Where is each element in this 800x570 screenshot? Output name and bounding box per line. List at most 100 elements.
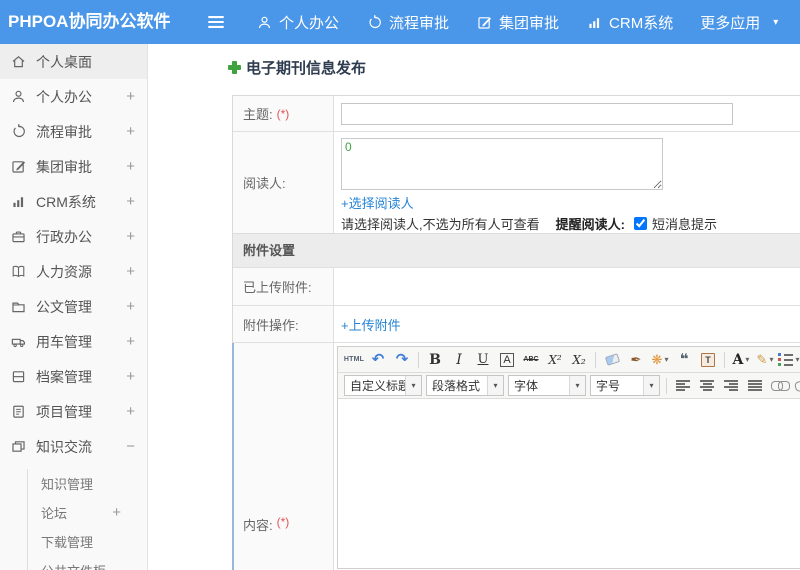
bold-button-glyph: B [429, 351, 441, 368]
nav-item-personal-office[interactable]: 个人办公 [256, 12, 339, 33]
upload-attachment-link[interactable]: +上传附件 [341, 315, 401, 334]
custom-title-select[interactable]: 自定义标题 ▾ [344, 375, 422, 396]
align-left-icon [676, 379, 690, 392]
sidebar-item-personal-office[interactable]: 个人办公 + [0, 79, 147, 114]
align-justify-icon[interactable] [744, 375, 766, 396]
font-color-button-glyph: A [732, 351, 744, 368]
redo-button[interactable]: ↷ [391, 349, 413, 370]
unlink-icon[interactable] [792, 375, 800, 396]
sidebar-subitem-knowledge-mgmt[interactable]: 知识管理 [28, 469, 147, 498]
nav-item-workflow-approval[interactable]: 流程审批 [366, 12, 449, 33]
align-center-icon[interactable] [696, 375, 718, 396]
eraser-icon[interactable] [601, 349, 623, 370]
sidebar-subitem-forum[interactable]: 论坛 + [28, 498, 147, 527]
expand-icon[interactable]: + [126, 158, 135, 175]
align-left-icon[interactable] [672, 375, 694, 396]
nav-label: 个人办公 [279, 14, 340, 32]
car-icon [10, 333, 27, 350]
caret-down-icon: ▾ [643, 376, 659, 395]
editor-content-area[interactable] [338, 399, 800, 568]
sidebar-item-archive-mgmt[interactable]: 档案管理 + [0, 359, 147, 394]
expand-icon[interactable]: + [126, 333, 135, 350]
sidebar-subitem-label: 下载管理 [41, 535, 94, 550]
link-icon[interactable] [768, 375, 790, 396]
superscript-button[interactable]: X² [544, 349, 566, 370]
attachment-section-header: 附件设置 [233, 233, 800, 267]
subscript-button[interactable]: X₂ [568, 349, 590, 370]
sidebar-item-group-approval[interactable]: 集团审批 + [0, 149, 147, 184]
home-icon [10, 53, 27, 70]
strikethrough-button[interactable]: ABC [520, 349, 542, 370]
undo-button-glyph: ↶ [371, 351, 385, 368]
font-border-button[interactable]: A [496, 349, 518, 370]
sidebar-item-label: 公文管理 [36, 298, 92, 315]
expand-icon[interactable]: + [126, 193, 135, 210]
paragraph-format-select[interactable]: 段落格式 ▾ [426, 375, 504, 396]
sidebar-item-human-resources[interactable]: 人力资源 + [0, 254, 147, 289]
expand-icon[interactable]: + [126, 403, 135, 420]
source-html-button[interactable]: HTML [343, 349, 365, 370]
nav-label: 集团审批 [499, 14, 560, 32]
sidebar-subitem-download-mgmt[interactable]: 下载管理 [28, 527, 147, 556]
menu-toggle-button[interactable] [205, 11, 229, 33]
app-header: PHPOA协同办公软件 个人办公 流程审批 集团审批 CRM系统 更多应用 ▾ [0, 0, 800, 44]
ordered-list-icon[interactable]: ▾ [778, 349, 800, 370]
sidebar-item-admin-office[interactable]: 行政办公 + [0, 219, 147, 254]
subject-input[interactable] [341, 102, 733, 125]
sidebar-item-crm-system[interactable]: CRM系统 + [0, 184, 147, 219]
expand-icon[interactable]: + [126, 228, 135, 245]
bold-button[interactable]: B [424, 349, 446, 370]
expand-icon[interactable]: + [126, 263, 135, 280]
auto-format-button[interactable]: ❋ ▾ [649, 349, 671, 370]
flow-icon [366, 14, 383, 31]
highlight-color-button[interactable]: ✎ ▾ [754, 349, 776, 370]
expand-icon[interactable]: + [126, 123, 135, 140]
undo-button[interactable]: ↶ [367, 349, 389, 370]
align-justify-icon [748, 379, 762, 392]
app-title: PHPOA协同办公软件 [8, 12, 171, 31]
sidebar-item-workflow-approval[interactable]: 流程审批 + [0, 114, 147, 149]
sidebar-item-label: 知识交流 [36, 438, 92, 455]
required-mark: (*) [276, 515, 290, 529]
align-right-icon[interactable] [720, 375, 742, 396]
italic-button[interactable]: I [448, 349, 470, 370]
expand-icon[interactable]: + [126, 298, 135, 315]
sidebar-item-label: 用车管理 [36, 333, 92, 350]
required-mark: (*) [276, 106, 290, 121]
readers-textarea[interactable]: 0 [341, 138, 663, 190]
sidebar-item-label: 流程审批 [36, 123, 92, 140]
blockquote-button[interactable]: ❝ [673, 349, 695, 370]
font-color-button[interactable]: A ▾ [730, 349, 752, 370]
select-label: 自定义标题 [350, 379, 405, 393]
sidebar-subitem-public-cabinet[interactable]: 公共文件柜 [28, 556, 147, 570]
expand-icon[interactable]: + [126, 368, 135, 385]
editor-toolbar-row1: HTML ↶ ↷ B I U A ABC X² X₂ ✒ ❋ ▾ ❝ T A ▾ ✎ ▾ ▾ [338, 347, 800, 373]
font-family-select[interactable]: 字体 ▾ [508, 375, 586, 396]
paste-text-button[interactable]: T [697, 349, 719, 370]
sidebar-subitem-label: 知识管理 [41, 477, 94, 492]
sms-remind-checkbox[interactable] [633, 217, 647, 230]
source-html-button-glyph: HTML [343, 356, 365, 363]
expand-icon[interactable]: + [126, 88, 135, 105]
format-brush-button[interactable]: ✒ [625, 349, 647, 370]
choose-readers-link[interactable]: +选择阅读人 [341, 193, 414, 212]
sidebar-item-vehicle-mgmt[interactable]: 用车管理 + [0, 324, 147, 359]
sidebar-item-knowledge[interactable]: 知识交流 − [0, 429, 147, 464]
strikethrough-button-glyph: ABC [523, 356, 539, 363]
collapse-icon[interactable]: − [126, 438, 135, 455]
expand-icon[interactable]: + [112, 504, 121, 521]
underline-button[interactable]: U [472, 349, 494, 370]
sidebar-item-project-mgmt[interactable]: 项目管理 + [0, 394, 147, 429]
caret-down-icon: ▾ [745, 355, 750, 364]
nav-item-crm-system[interactable]: CRM系统 [586, 12, 673, 33]
nav-item-more-apps[interactable]: 更多应用 ▾ [700, 12, 778, 33]
nav-item-group-approval[interactable]: 集团审批 [476, 12, 559, 33]
sidebar-item-desktop[interactable]: 个人桌面 [0, 44, 147, 79]
font-size-select[interactable]: 字号 ▾ [590, 375, 660, 396]
edit-icon [476, 14, 493, 31]
uploaded-label-text: 已上传附件: [243, 280, 312, 295]
sidebar-item-document-mgmt[interactable]: 公文管理 + [0, 289, 147, 324]
sidebar-item-label: 人力资源 [36, 263, 92, 280]
sidebar-item-label: 集团审批 [36, 158, 92, 175]
sidebar-item-label: CRM系统 [36, 193, 96, 210]
